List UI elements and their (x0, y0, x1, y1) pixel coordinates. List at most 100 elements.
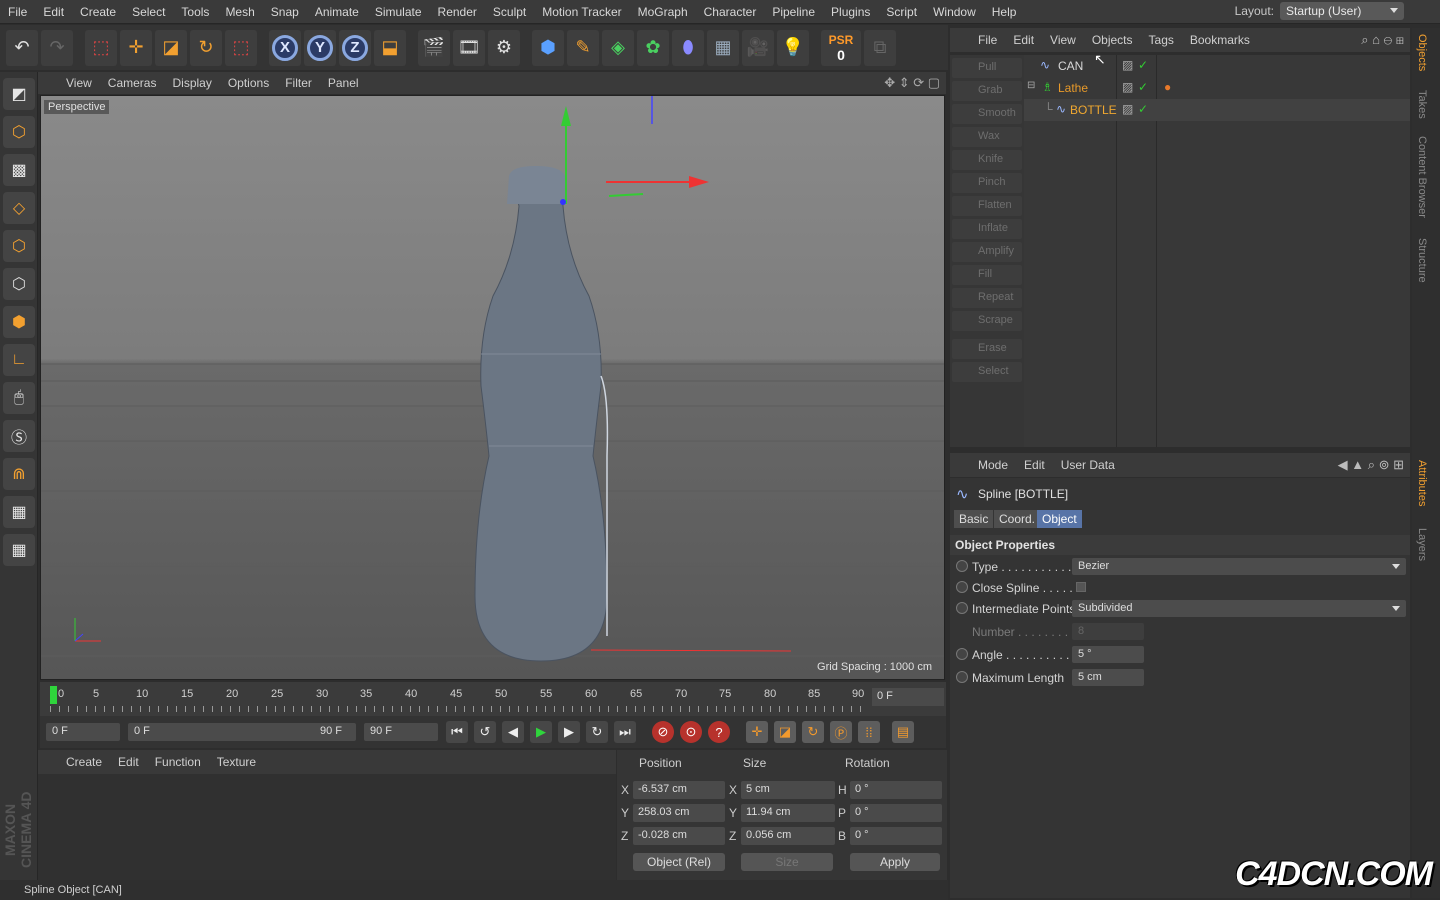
menu-file[interactable]: File (0, 5, 35, 19)
menu-simulate[interactable]: Simulate (367, 5, 430, 19)
attr-menu-mode[interactable]: Mode (970, 458, 1016, 472)
size-z-field[interactable]: 0.056 cm (741, 827, 835, 845)
object-row-lathe[interactable]: ⊟ ♗ Lathe ▨ ✓ ● (1024, 77, 1410, 99)
tab-takes[interactable]: Takes (1416, 90, 1428, 119)
move-tool-button[interactable]: ✛ (120, 29, 152, 66)
edges-mode-button[interactable]: ⬡ (3, 268, 35, 300)
camera-button[interactable]: 🎥 (742, 29, 774, 66)
model-mode-button[interactable]: ⬡ (3, 116, 35, 148)
x-axis-button[interactable]: X (269, 29, 301, 66)
viewport-menu-panel[interactable]: Panel (320, 76, 367, 90)
current-frame-field[interactable]: 0 F (872, 688, 944, 706)
collapse-icon[interactable]: ⊟ (1027, 80, 1035, 91)
coordinate-mode-dropdown[interactable]: Object (Rel) (633, 853, 725, 871)
tab-layers[interactable]: Layers (1416, 528, 1428, 561)
cube-button[interactable]: ⬢ (532, 29, 564, 66)
menu-pipeline[interactable]: Pipeline (764, 5, 823, 19)
material-tag-icon[interactable]: ● (1164, 80, 1171, 94)
light-button[interactable]: 💡 (777, 29, 809, 66)
key-scale-button[interactable]: ◪ (774, 721, 796, 743)
bottle-mesh[interactable] (474, 173, 608, 662)
viewport-menu-view[interactable]: View (58, 76, 100, 90)
make-editable-button[interactable]: ◩ (3, 78, 35, 110)
play-button[interactable]: ▶ (530, 721, 552, 743)
object-row-bottle[interactable]: └ ∿ BOTTLE ▨ ✓ (1024, 99, 1410, 121)
menu-motion-tracker[interactable]: Motion Tracker (534, 5, 629, 19)
go-to-start-button[interactable]: ⏮ (446, 721, 468, 743)
scheme-button[interactable]: ▤ (892, 721, 914, 743)
objects-menu-file[interactable]: File (970, 33, 1005, 47)
z-axis-button[interactable]: Z (339, 29, 371, 66)
snap-button[interactable]: ⋒ (3, 458, 35, 490)
cloner-button[interactable]: ✿ (637, 29, 669, 66)
render-view-button[interactable]: 🎬 (418, 29, 450, 66)
intermediate-points-dropdown[interactable]: Subdivided (1072, 600, 1406, 617)
sculpt-scrape[interactable]: Scrape (952, 311, 1022, 331)
record-keys-button[interactable]: ⊘ (652, 721, 674, 743)
maximum-length-field[interactable]: 5 cm (1072, 669, 1144, 686)
objects-menu-objects[interactable]: Objects (1084, 33, 1141, 47)
undo-button[interactable]: ↶ (6, 29, 38, 66)
animation-radio[interactable] (956, 648, 968, 660)
key-position-button[interactable]: ✛ (746, 721, 768, 743)
key-parameter-button[interactable]: Ⓟ (830, 721, 852, 743)
keyframe-selection-button[interactable]: ? (708, 721, 730, 743)
objects-menu-view[interactable]: View (1042, 33, 1084, 47)
auto-key-button[interactable]: ⊙ (680, 721, 702, 743)
polygons-mode-button[interactable]: ⬢ (3, 306, 35, 338)
tab-basic[interactable]: Basic (954, 510, 994, 528)
rot-b-field[interactable]: 0 ° (850, 827, 942, 845)
scale-tool-button[interactable]: ◪ (155, 29, 187, 66)
enabled-check-icon[interactable]: ✓ (1138, 58, 1148, 72)
viewport-menu-options[interactable]: Options (220, 76, 277, 90)
attr-nav-icons[interactable]: ◀ ▲ ⌕ ⊚ ⊞ (1338, 457, 1404, 473)
viewport-menu-display[interactable]: Display (164, 76, 219, 90)
spline-point[interactable] (560, 199, 566, 205)
pen-spline-button[interactable]: ✎ (567, 29, 599, 66)
menu-create[interactable]: Create (72, 5, 124, 19)
animation-radio[interactable] (956, 581, 968, 593)
menu-window[interactable]: Window (925, 5, 984, 19)
sculpt-pull[interactable]: Pull (952, 58, 1022, 78)
pos-z-field[interactable]: -0.028 cm (633, 827, 725, 845)
solo-button[interactable]: Ⓢ (3, 420, 35, 452)
tab-attributes[interactable]: Attributes (1416, 460, 1428, 506)
timeline-ruler[interactable]: 0 5 10 15 20 25 30 35 40 45 50 55 60 65 … (40, 682, 946, 716)
key-pla-button[interactable]: ⁞⁞ (858, 721, 880, 743)
tab-coord[interactable]: Coord. (994, 510, 1041, 528)
menu-edit[interactable]: Edit (35, 5, 72, 19)
menu-mograph[interactable]: MoGraph (630, 5, 696, 19)
redo-button[interactable]: ↷ (41, 29, 73, 66)
material-menu-function[interactable]: Function (147, 755, 209, 769)
go-to-end-button[interactable]: ⏭ (614, 721, 636, 743)
perspective-viewport[interactable]: Perspective Grid Spacing : 1000 cm (40, 95, 945, 680)
pos-x-field[interactable]: -6.537 cm (633, 781, 725, 799)
viewport-menu-filter[interactable]: Filter (277, 76, 320, 90)
points-mode-button[interactable]: ⬡ (3, 230, 35, 262)
visibility-toggle[interactable]: ▨ (1122, 80, 1133, 94)
sculpt-inflate[interactable]: Inflate (952, 219, 1022, 239)
menu-plugins[interactable]: Plugins (823, 5, 878, 19)
y-axis-button[interactable]: Y (304, 29, 336, 66)
rot-h-field[interactable]: 0 ° (850, 781, 942, 799)
playhead[interactable] (50, 686, 57, 704)
layout-select[interactable]: Startup (User) (1280, 2, 1404, 20)
number-field[interactable]: 8 (1072, 623, 1144, 640)
end-frame-field[interactable]: 90 F (364, 723, 438, 741)
type-dropdown[interactable]: Bezier (1072, 558, 1406, 575)
enabled-check-icon[interactable]: ✓ (1138, 102, 1148, 116)
angle-field[interactable]: 5 ° (1072, 646, 1144, 663)
floor-button[interactable]: ▦ (707, 29, 739, 66)
render-to-picture-viewer-button[interactable]: 🎞 (453, 29, 485, 66)
objects-menu-bookmarks[interactable]: Bookmarks (1182, 33, 1258, 47)
axis-mode-button[interactable]: ∟ (3, 344, 35, 376)
menu-snap[interactable]: Snap (263, 5, 307, 19)
sculpt-select[interactable]: Select (952, 362, 1022, 382)
viewport-menu-cameras[interactable]: Cameras (100, 76, 165, 90)
frame-range-slider[interactable]: 0 F 90 F (128, 723, 356, 741)
live-selection-button[interactable]: ⬚ (85, 29, 117, 66)
close-spline-checkbox[interactable] (1076, 582, 1086, 592)
workplane-button[interactable]: ⧉ (864, 29, 896, 66)
recent-tool-button[interactable]: ⬚ (225, 29, 257, 66)
menu-tools[interactable]: Tools (173, 5, 217, 19)
